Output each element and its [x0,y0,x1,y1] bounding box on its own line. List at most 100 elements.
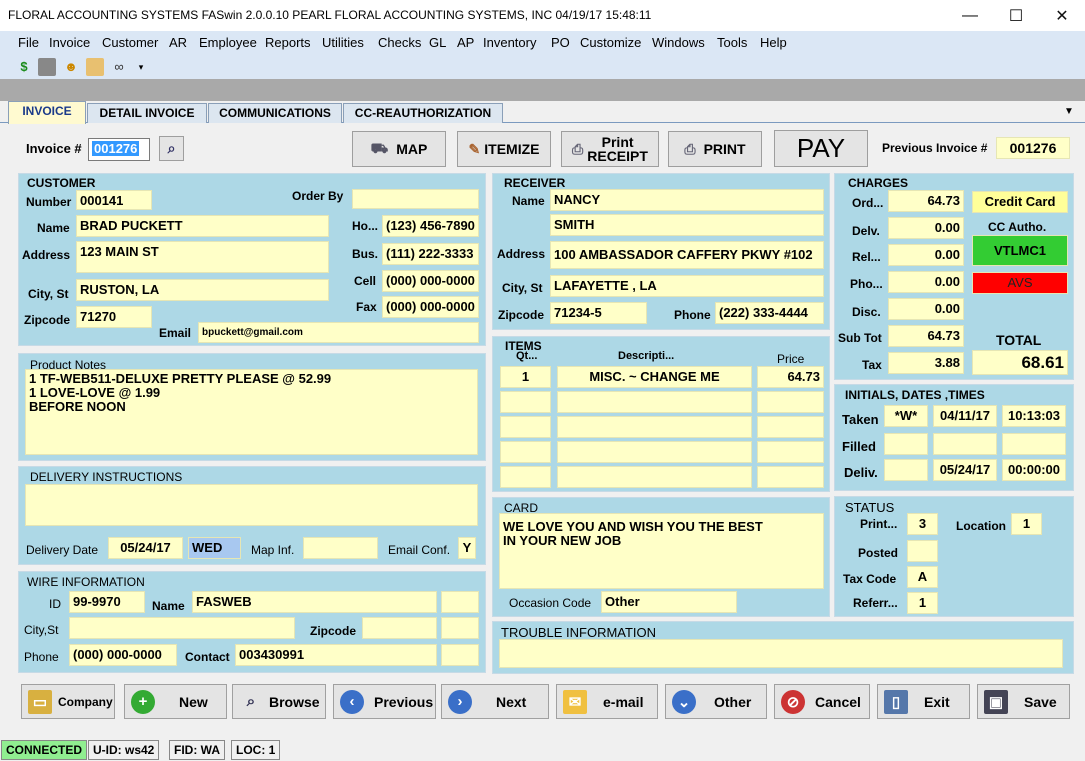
binoculars-icon[interactable]: ∞ [110,58,128,76]
receiver-last-name-field[interactable]: SMITH [550,214,824,236]
payment-type-field[interactable]: Credit Card [972,191,1068,213]
pho-field[interactable]: 0.00 [888,271,964,293]
previous-button[interactable]: ‹ Previous [333,684,436,719]
item-qty-field[interactable] [500,466,551,488]
delivery-instructions-field[interactable] [25,484,478,526]
deliv-time-field[interactable]: 00:00:00 [1002,459,1066,481]
browse-button[interactable]: ⌕ Browse [232,684,326,719]
print-button[interactable]: ⎙ PRINT [668,131,762,167]
wire-extra-field[interactable] [441,617,479,639]
occasion-code-field[interactable]: Other [601,591,737,613]
subtot-field[interactable]: 64.73 [888,325,964,347]
register-icon[interactable] [38,58,56,76]
menu-help[interactable]: Help [760,35,787,50]
menu-invoice[interactable]: Invoice [49,35,90,50]
wire-extra-field[interactable] [441,591,479,613]
wire-phone-field[interactable]: (000) 000-0000 [69,644,177,666]
item-price-field[interactable] [757,466,824,488]
menu-windows[interactable]: Windows [652,35,705,50]
taken-initials-field[interactable]: *W* [884,405,928,427]
tab-communications[interactable]: COMMUNICATIONS [208,103,342,123]
delivery-date-field[interactable]: 05/24/17 [108,537,183,559]
itemize-button[interactable]: ✎ ITEMIZE [457,131,551,167]
item-qty-field[interactable] [500,416,551,438]
avs-field[interactable]: AVS [972,272,1068,294]
item-price-field[interactable] [757,391,824,413]
menu-file[interactable]: File [18,35,39,50]
menu-customize[interactable]: Customize [580,35,641,50]
cancel-button[interactable]: ⊘ Cancel [774,684,870,719]
invoice-number-input[interactable]: 001276 [88,138,150,161]
delv-field[interactable]: 0.00 [888,217,964,239]
email-field[interactable]: bpuckett@gmail.com [198,322,479,343]
map-button[interactable]: ⛟ MAP [352,131,446,167]
customer-zip-field[interactable]: 71270 [76,306,152,328]
item-price-field[interactable] [757,441,824,463]
other-button[interactable]: ⌄ Other [665,684,767,719]
tax-code-field[interactable]: A [907,566,938,588]
cc-auth-field[interactable]: VTLMC1 [972,235,1068,266]
menu-ar[interactable]: AR [169,35,187,50]
menu-inventory[interactable]: Inventory [483,35,536,50]
ord-field[interactable]: 64.73 [888,190,964,212]
card-message-field[interactable]: WE LOVE YOU AND WISH YOU THE BEST IN YOU… [499,513,824,589]
wire-name-field[interactable]: FASWEB [192,591,437,613]
taken-date-field[interactable]: 04/11/17 [933,405,997,427]
item-price-field[interactable] [757,416,824,438]
save-button[interactable]: ▣ Save [977,684,1070,719]
menu-reports[interactable]: Reports [265,35,311,50]
receiver-city-field[interactable]: LAFAYETTE , LA [550,275,824,297]
receiver-address-field[interactable]: 100 AMBASSADOR CAFFERY PKWY #102 [550,241,824,269]
close-button[interactable]: ✕ [1039,0,1085,31]
customer-address-field[interactable]: 123 MAIN ST [76,241,329,273]
item-qty-field[interactable] [500,391,551,413]
menu-customer[interactable]: Customer [102,35,158,50]
product-notes-field[interactable]: 1 TF-WEB511-DELUXE PRETTY PLEASE @ 52.99… [25,369,478,455]
home-phone-field[interactable]: (123) 456-7890 [382,215,479,237]
email-button[interactable]: ✉ e-mail [556,684,658,719]
wire-city-field[interactable] [69,617,295,639]
next-button[interactable]: › Next [441,684,549,719]
new-button[interactable]: + New [124,684,227,719]
pay-button[interactable]: PAY [774,130,868,167]
order-by-field[interactable] [352,189,479,209]
wire-id-field[interactable]: 99-9970 [69,591,145,613]
exit-button[interactable]: ▯ Exit [877,684,970,719]
tab-dropdown-icon[interactable]: ▼ [1064,106,1074,117]
business-phone-field[interactable]: (111) 222-3333 [382,243,479,265]
item-qty-field[interactable] [500,441,551,463]
taken-time-field[interactable]: 10:13:03 [1002,405,1066,427]
maximize-button[interactable]: ☐ [993,0,1039,31]
menu-checks[interactable]: Checks [378,35,421,50]
menu-ap[interactable]: AP [457,35,474,50]
invoice-search-button[interactable]: ⌕ [159,136,184,161]
menu-utilities[interactable]: Utilities [322,35,364,50]
receiver-phone-field[interactable]: (222) 333-4444 [715,302,824,324]
tab-cc-reauthorization[interactable]: CC-REAUTHORIZATION [343,103,503,123]
posted-field[interactable] [907,540,938,562]
rel-field[interactable]: 0.00 [888,244,964,266]
item-desc-field[interactable] [557,441,752,463]
menu-gl[interactable]: GL [429,35,446,50]
item-desc-field[interactable]: MISC. ~ CHANGE ME [557,366,752,388]
location-field[interactable]: 1 [1011,513,1042,535]
receiver-first-name-field[interactable]: NANCY [550,189,824,211]
tax-field[interactable]: 3.88 [888,352,964,374]
filled-date-field[interactable] [933,433,997,455]
filled-time-field[interactable] [1002,433,1066,455]
cell-phone-field[interactable]: (000) 000-0000 [382,270,479,292]
map-inf-field[interactable] [303,537,378,559]
tab-detail-invoice[interactable]: DETAIL INVOICE [87,103,207,123]
menu-tools[interactable]: Tools [717,35,747,50]
customer-city-field[interactable]: RUSTON, LA [76,279,329,301]
wire-contact-field[interactable]: 003430991 [235,644,437,666]
deliv-initials-field[interactable] [884,459,928,481]
referral-field[interactable]: 1 [907,592,938,614]
item-desc-field[interactable] [557,416,752,438]
minimize-button[interactable]: — [947,0,993,31]
menu-employee[interactable]: Employee [199,35,257,50]
item-price-field[interactable]: 64.73 [757,366,824,388]
email-conf-field[interactable]: Y [458,537,476,559]
person-icon[interactable]: ☻ [62,58,80,76]
menu-po[interactable]: PO [551,35,570,50]
